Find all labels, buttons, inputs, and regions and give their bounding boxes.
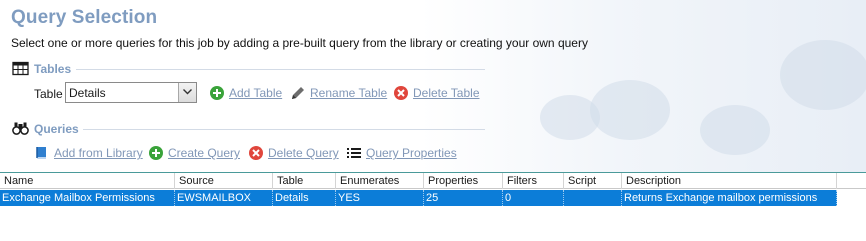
cell-name: Exchange Mailbox Permissions [0, 190, 175, 206]
cell-script [564, 190, 622, 206]
tables-section-header: Tables [12, 61, 71, 76]
column-header-source[interactable]: Source [175, 173, 273, 189]
x-circle-icon [248, 145, 264, 161]
list-icon [346, 145, 362, 161]
table-row[interactable]: Exchange Mailbox Permissions EWSMAILBOX … [0, 190, 837, 206]
chevron-down-icon[interactable] [178, 83, 196, 102]
query-properties-button[interactable]: Query Properties [346, 145, 457, 161]
queries-section-header: Queries [12, 121, 79, 136]
section-divider [83, 129, 485, 130]
plus-circle-icon [148, 145, 164, 161]
queries-section-title: Queries [34, 121, 79, 136]
background-shape [700, 105, 770, 155]
background-shape [780, 40, 866, 110]
table-grid-icon [12, 61, 29, 76]
table-select[interactable]: Details [65, 82, 197, 103]
table-select-value: Details [69, 86, 106, 100]
add-from-library-button[interactable]: Add from Library [34, 145, 143, 161]
column-header-properties[interactable]: Properties [424, 173, 503, 189]
add-from-library-label: Add from Library [54, 146, 143, 160]
rename-table-label: Rename Table [310, 86, 388, 100]
create-query-button[interactable]: Create Query [148, 145, 240, 161]
query-properties-label: Query Properties [366, 146, 457, 160]
delete-table-label: Delete Table [413, 86, 480, 100]
cell-enumerates: YES [336, 190, 424, 206]
x-circle-icon [393, 85, 409, 101]
cell-description: Returns Exchange mailbox permissions [622, 190, 837, 206]
book-icon [34, 145, 50, 161]
add-table-button[interactable]: Add Table [209, 85, 282, 101]
grid-header: Name Source Table Enumerates Properties … [0, 173, 866, 189]
cell-filters: 0 [503, 190, 564, 206]
column-header-description[interactable]: Description [622, 173, 837, 189]
cell-properties: 25 [424, 190, 503, 206]
page-title: Query Selection [11, 7, 158, 28]
column-header-name[interactable]: Name [0, 173, 175, 189]
tables-section-title: Tables [34, 61, 72, 76]
column-header-enumerates[interactable]: Enumerates [336, 173, 424, 189]
delete-query-button[interactable]: Delete Query [248, 145, 339, 161]
delete-table-button[interactable]: Delete Table [393, 85, 480, 101]
table-label: Table [34, 87, 63, 101]
cell-table: Details [273, 190, 336, 206]
column-header-filters[interactable]: Filters [503, 173, 564, 189]
pencil-icon [290, 85, 306, 101]
delete-query-label: Delete Query [268, 146, 339, 160]
column-header-script[interactable]: Script [564, 173, 622, 189]
background-shape [590, 80, 670, 140]
rename-table-button[interactable]: Rename Table [290, 85, 387, 101]
binoculars-icon [12, 121, 29, 136]
column-header-table[interactable]: Table [273, 173, 336, 189]
section-divider [76, 69, 485, 70]
plus-circle-icon [209, 85, 225, 101]
cell-source: EWSMAILBOX [175, 190, 273, 206]
add-table-label: Add Table [229, 86, 283, 100]
page-subtitle: Select one or more queries for this job … [11, 36, 588, 50]
create-query-label: Create Query [168, 146, 241, 160]
